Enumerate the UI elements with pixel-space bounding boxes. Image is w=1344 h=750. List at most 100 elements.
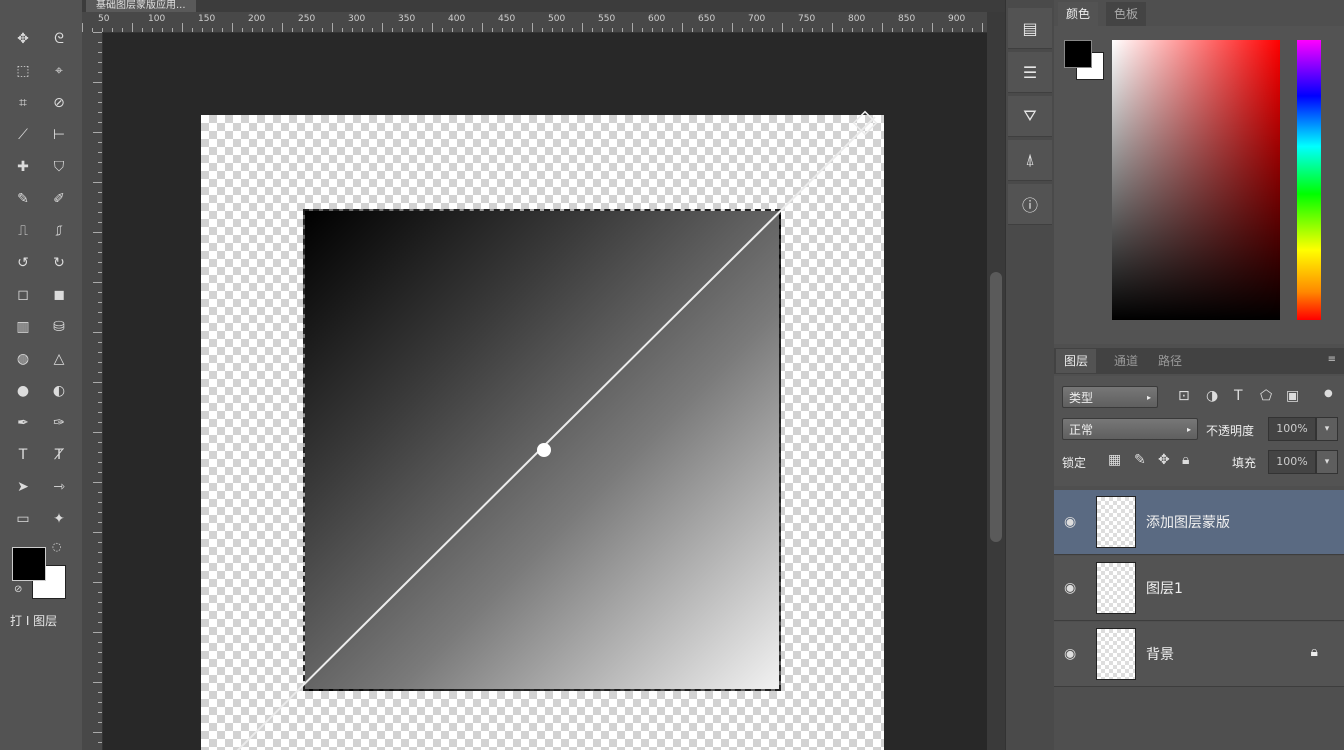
ruler-tick bbox=[98, 692, 102, 693]
pencil-tool-icon[interactable]: ✐ bbox=[44, 186, 74, 212]
lock-position-icon[interactable]: ✥ bbox=[1158, 452, 1170, 468]
layer-row[interactable]: ◉ 添加图层蒙版 bbox=[1054, 490, 1344, 555]
opacity-dropdown-button[interactable]: ▾ bbox=[1316, 417, 1338, 441]
properties-panel-button[interactable]: ☰ bbox=[1008, 52, 1052, 93]
blend-mode-dropdown[interactable]: 正常 ▸ bbox=[1062, 418, 1198, 440]
tab-layers[interactable]: 图层 bbox=[1056, 349, 1097, 373]
quick-mask-button[interactable]: 打 I 图层 bbox=[10, 612, 57, 629]
tab-channels[interactable]: 通道 bbox=[1106, 349, 1146, 373]
lock-pixels-icon[interactable]: ✎ bbox=[1134, 452, 1146, 468]
ruler-tick bbox=[98, 702, 102, 703]
filter-pixel-icon[interactable]: ⊡ bbox=[1178, 388, 1190, 404]
scrollbar-thumb[interactable] bbox=[990, 272, 1002, 542]
ruler-tick bbox=[93, 332, 102, 333]
history-panel-button[interactable]: ▤ bbox=[1008, 8, 1052, 49]
swap-colors-icon[interactable]: ◌ bbox=[52, 540, 62, 553]
move-tool-icon[interactable]: ✥ bbox=[8, 26, 38, 52]
clone-stamp-tool-icon[interactable]: ⎍ bbox=[8, 218, 38, 244]
lock-all-icon[interactable]: 🔒︎ bbox=[1182, 452, 1189, 468]
eraser-tool-icon[interactable]: ◻ bbox=[8, 282, 38, 308]
layer-thumbnail[interactable] bbox=[1096, 562, 1136, 614]
fill-field[interactable]: 100% bbox=[1268, 450, 1316, 474]
path-select-tool-icon[interactable]: ➤ bbox=[8, 474, 38, 500]
shape-tool-icon[interactable]: ▭ bbox=[8, 506, 38, 532]
ruler-tick bbox=[472, 28, 473, 32]
filter-smart-object-icon[interactable]: ▣ bbox=[1286, 388, 1299, 404]
layers-panel-tabs: 图层 通道 路径 ≡ bbox=[1054, 348, 1344, 374]
fill-dropdown-button[interactable]: ▾ bbox=[1316, 450, 1338, 474]
filter-shape-icon[interactable]: ⬠ bbox=[1260, 388, 1272, 404]
lasso-tool-icon[interactable]: ᘓ bbox=[44, 26, 74, 52]
dodge-tool-icon[interactable]: ● bbox=[8, 378, 38, 404]
freeform-pen-tool-icon[interactable]: ✑ bbox=[44, 410, 74, 436]
lock-transparent-icon[interactable]: ▦ bbox=[1108, 452, 1121, 468]
saturation-brightness-field[interactable] bbox=[1112, 40, 1280, 320]
quick-select-tool-icon[interactable]: ⌖ bbox=[44, 58, 74, 84]
slice-tool-icon[interactable]: ⊘ bbox=[44, 90, 74, 116]
healing-tool-icon[interactable]: ✚ bbox=[8, 154, 38, 180]
history-brush-tool-icon[interactable]: ↺ bbox=[8, 250, 38, 276]
ruler-tick bbox=[98, 562, 102, 563]
vertical-ruler[interactable] bbox=[82, 32, 103, 750]
marquee-tool-icon[interactable]: ⬚ bbox=[8, 58, 38, 84]
blur-tool-icon[interactable]: ◍ bbox=[8, 346, 38, 372]
vertical-scrollbar[interactable] bbox=[987, 12, 1005, 750]
filter-type-icon[interactable]: T bbox=[1234, 388, 1243, 404]
visibility-eye-icon[interactable]: ◉ bbox=[1064, 514, 1076, 530]
paint-bucket-tool-icon[interactable]: ⛁ bbox=[44, 314, 74, 340]
canvas-area[interactable] bbox=[103, 33, 987, 750]
ruler-tick bbox=[942, 28, 943, 32]
foreground-color-swatch[interactable] bbox=[12, 547, 46, 581]
visibility-eye-icon[interactable]: ◉ bbox=[1064, 580, 1076, 596]
tab-swatches[interactable]: 色板 bbox=[1106, 2, 1147, 26]
art-history-tool-icon[interactable]: ↻ bbox=[44, 250, 74, 276]
ruler-tick bbox=[312, 28, 313, 32]
layer-row[interactable]: ◉ 背景 🔒︎ bbox=[1054, 622, 1344, 687]
ruler-tick bbox=[442, 28, 443, 32]
sharpen-tool-icon[interactable]: △ bbox=[44, 346, 74, 372]
vertical-type-tool-icon[interactable]: Ⱦ bbox=[44, 442, 74, 468]
visibility-eye-icon[interactable]: ◉ bbox=[1064, 646, 1076, 662]
ruler-tick bbox=[98, 172, 102, 173]
custom-shape-tool-icon[interactable]: ✦ bbox=[44, 506, 74, 532]
crop-tool-icon[interactable]: ⌗ bbox=[8, 90, 38, 116]
layer-row[interactable]: ◉ 图层1 bbox=[1054, 556, 1344, 621]
layer-thumbnail[interactable] bbox=[1096, 628, 1136, 680]
ruler-tick bbox=[242, 28, 243, 32]
tab-color[interactable]: 颜色 bbox=[1058, 2, 1099, 26]
horizontal-ruler[interactable]: 50 100 150 200 250 300 350 400 450 500 550 600 650 70… bbox=[82, 12, 987, 33]
default-colors-icon[interactable]: ⊘ bbox=[14, 584, 22, 595]
hue-slider[interactable] bbox=[1297, 40, 1321, 320]
type-tool-icon[interactable]: T bbox=[8, 442, 38, 468]
tab-paths[interactable]: 路径 bbox=[1150, 349, 1190, 373]
layer-name[interactable]: 图层1 bbox=[1146, 578, 1183, 598]
foreground-color-swatch[interactable] bbox=[1064, 40, 1092, 68]
ruler-tick bbox=[93, 32, 102, 33]
ruler-tick bbox=[632, 23, 633, 32]
patch-tool-icon[interactable]: ⛉ bbox=[44, 154, 74, 180]
layer-name[interactable]: 添加图层蒙版 bbox=[1146, 512, 1230, 532]
bg-eraser-tool-icon[interactable]: ◼ bbox=[44, 282, 74, 308]
pattern-stamp-tool-icon[interactable]: ⎎ bbox=[44, 218, 74, 244]
brush-panel-button[interactable]: ⛛ bbox=[1008, 96, 1052, 137]
layer-filter-dropdown[interactable]: 类型 ▸ bbox=[1062, 386, 1158, 408]
pen-tool-icon[interactable]: ✒ bbox=[8, 410, 38, 436]
ruler-tool-icon[interactable]: ⊢ bbox=[44, 122, 74, 148]
gradient-tool-icon[interactable]: ▥ bbox=[8, 314, 38, 340]
ruler-tick-label: 850 bbox=[898, 14, 916, 24]
filter-toggle-icon[interactable]: ● bbox=[1324, 388, 1333, 399]
panel-menu-icon[interactable]: ≡ bbox=[1328, 354, 1336, 365]
layer-thumbnail[interactable] bbox=[1096, 496, 1136, 548]
layer-name[interactable]: 背景 bbox=[1146, 644, 1174, 664]
clone-source-panel-button[interactable]: ⍋ bbox=[1008, 140, 1052, 181]
document-tab[interactable]: 基础图层蒙版应用... bbox=[86, 0, 196, 12]
layer-lock-icon[interactable]: 🔒︎ bbox=[1311, 644, 1318, 660]
opacity-field[interactable]: 100% bbox=[1268, 417, 1316, 441]
burn-tool-icon[interactable]: ◐ bbox=[44, 378, 74, 404]
direct-select-tool-icon[interactable]: ⇾ bbox=[44, 474, 74, 500]
info-panel-button[interactable]: ⓘ bbox=[1008, 184, 1052, 225]
ruler-tick bbox=[492, 28, 493, 32]
filter-adjustment-icon[interactable]: ◑ bbox=[1206, 388, 1218, 404]
eyedropper-tool-icon[interactable]: ⟋ bbox=[8, 122, 38, 148]
brush-tool-icon[interactable]: ✎ bbox=[8, 186, 38, 212]
